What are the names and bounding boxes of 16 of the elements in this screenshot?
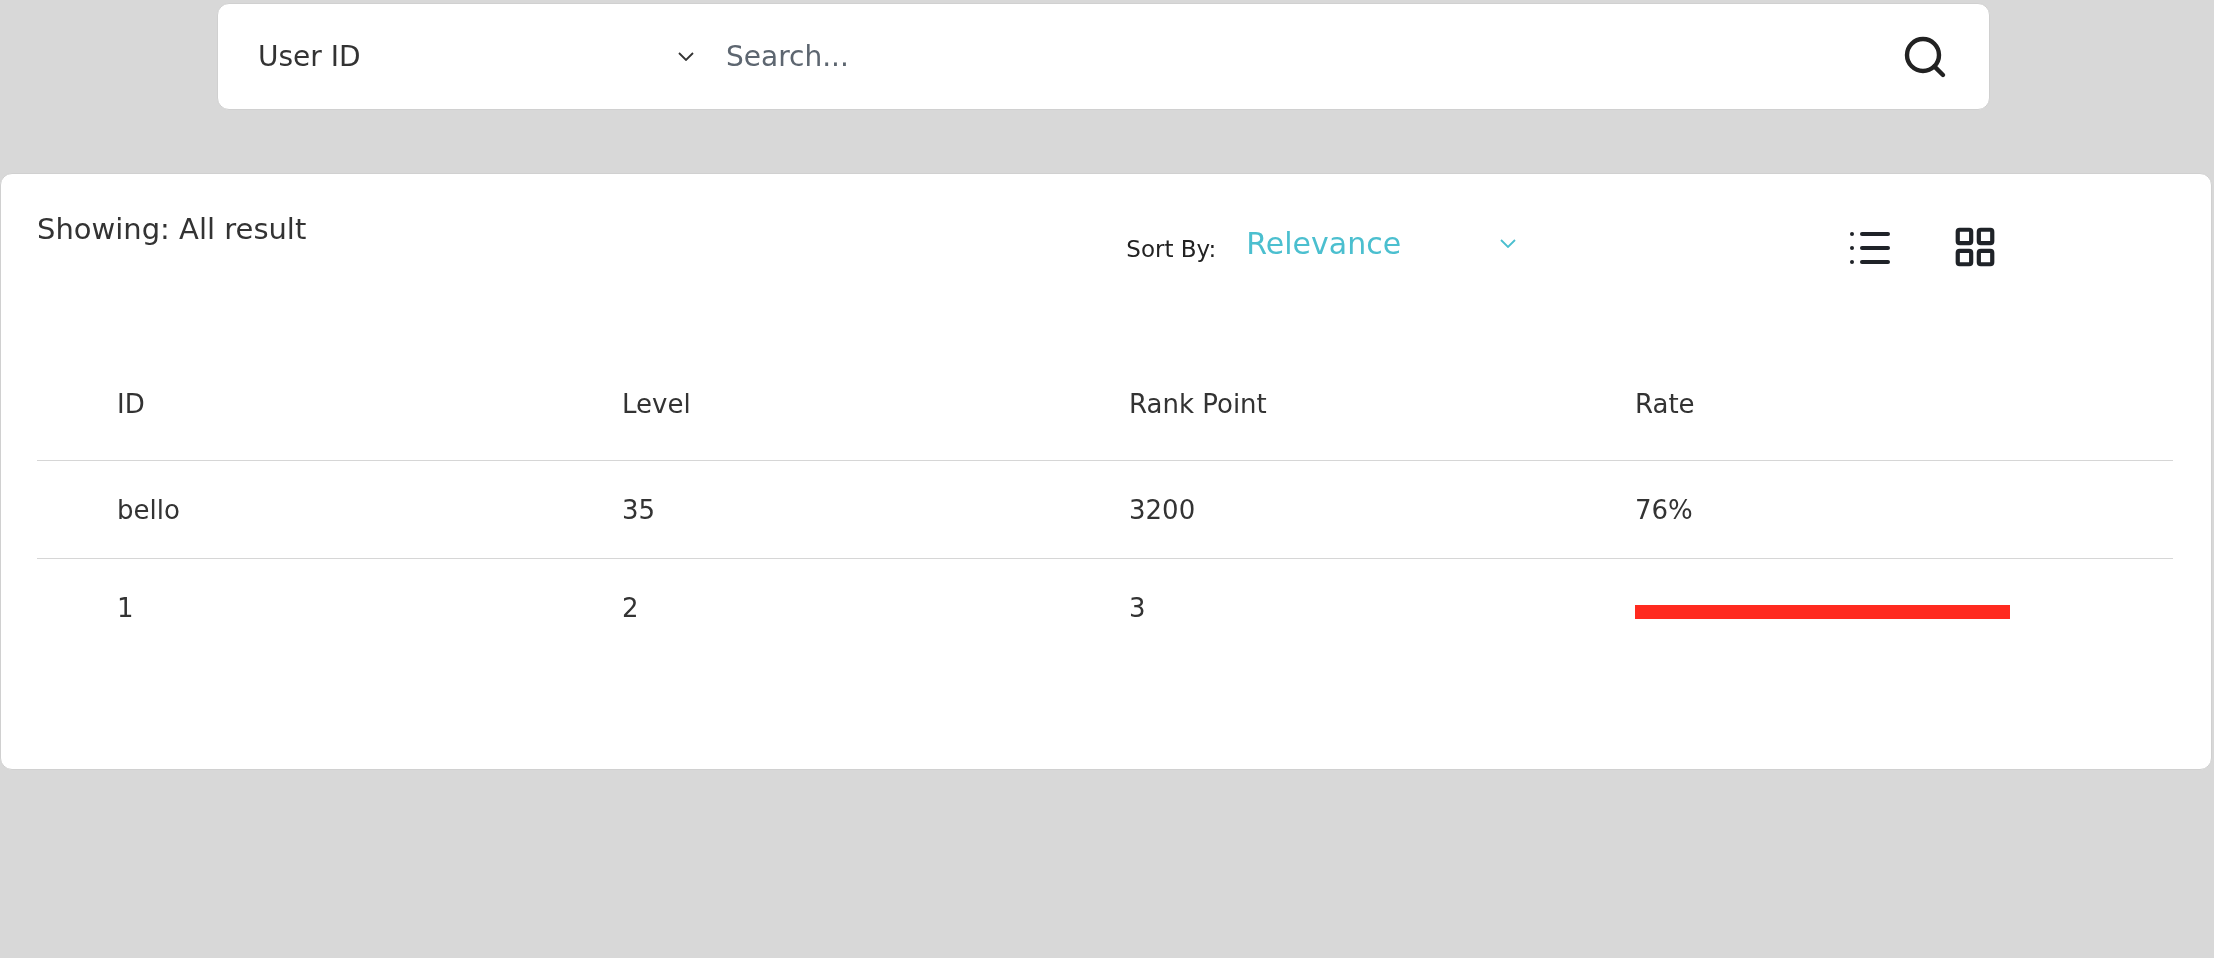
table-cell: 35 <box>622 494 656 525</box>
table-cell: 2 <box>622 592 639 623</box>
table-cell: 76% <box>1635 494 1693 525</box>
table-cell: bello <box>117 494 180 525</box>
table-cell: 3 <box>1129 592 1146 623</box>
sort-label: Sort By: <box>1126 236 1217 262</box>
column-header: Rate <box>1635 362 2173 461</box>
column-header: Level <box>622 362 1129 461</box>
column-header: Rank Point <box>1129 362 1635 461</box>
column-header: ID <box>37 362 622 461</box>
table-cell: 3200 <box>1129 494 1196 525</box>
chevron-down-icon <box>678 52 694 61</box>
field-selector[interactable]: User ID <box>258 40 694 73</box>
chevron-down-icon <box>1500 239 1517 248</box>
results-summary: Showing: All result <box>37 212 307 246</box>
table-cell: 1 <box>117 592 134 623</box>
